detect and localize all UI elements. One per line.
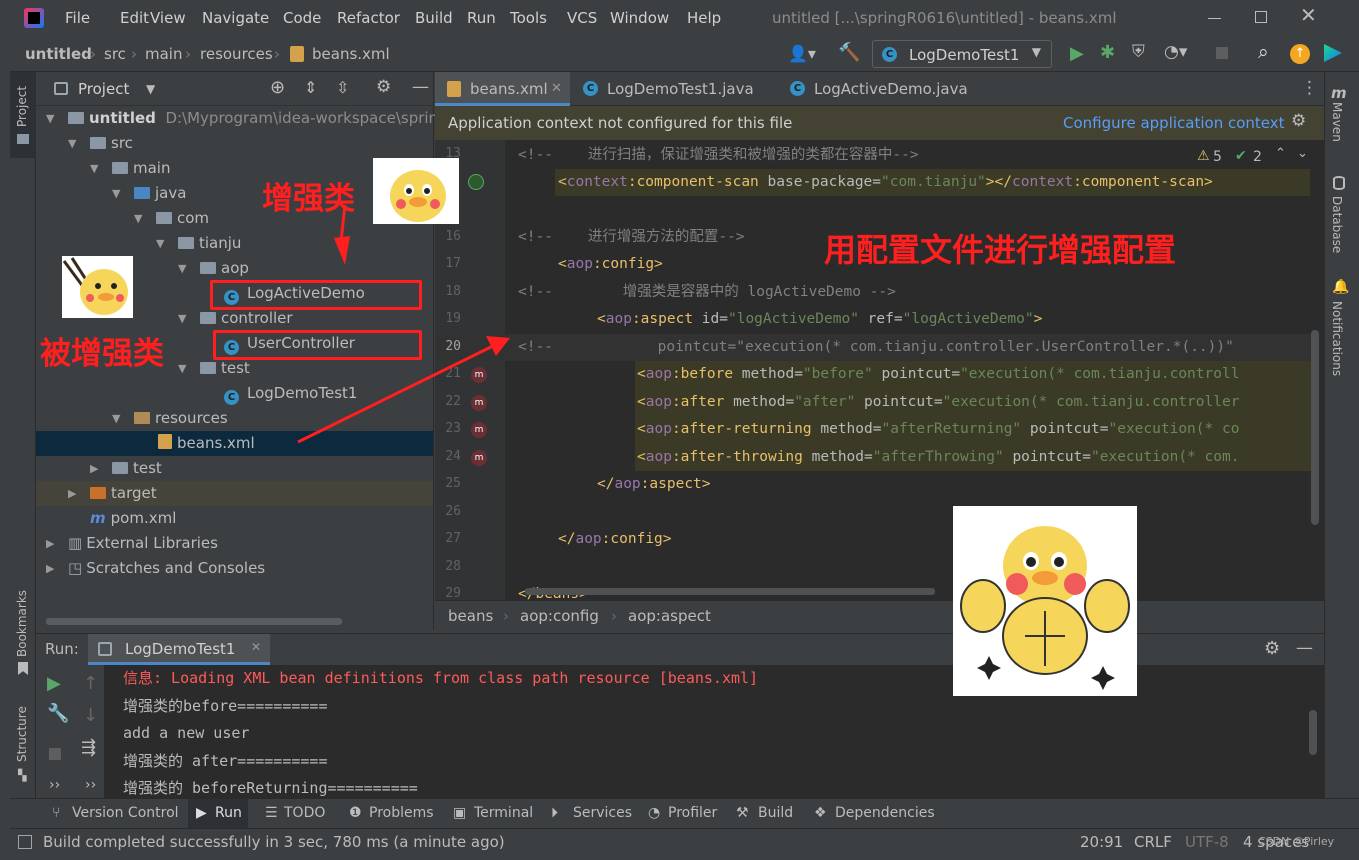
duck-illustration xyxy=(62,257,128,315)
annotation-arrows xyxy=(297,204,510,444)
arrow-line xyxy=(297,343,496,444)
duck-illustration xyxy=(390,170,446,222)
muscle-duck-sticker-image xyxy=(953,506,1137,696)
duck-chopsticks-sticker-image xyxy=(62,256,133,318)
duck-sticker-image xyxy=(373,158,459,224)
duck-illustration xyxy=(960,526,1130,690)
arrow-head xyxy=(334,236,350,265)
